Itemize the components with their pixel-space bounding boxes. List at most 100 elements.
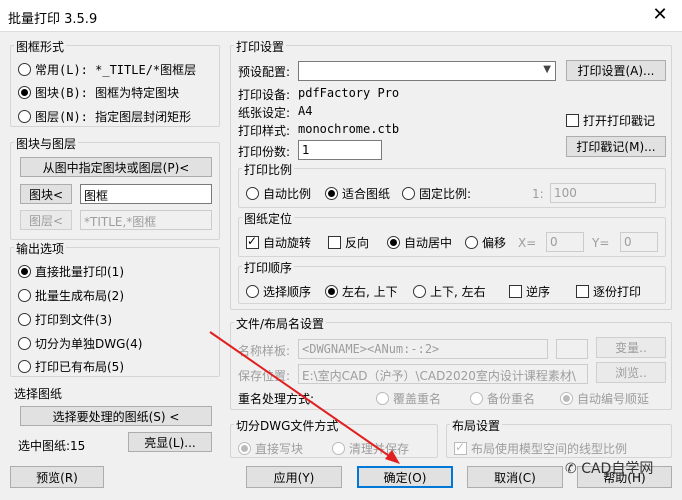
copies-input[interactable]: 1 <box>298 140 382 160</box>
frame-form-option-block[interactable]: 图块(B): 图框为特定图块 <box>18 84 179 101</box>
page-by-page-checkbox[interactable]: 逐份打印 <box>576 283 641 300</box>
output-option-existing-layouts[interactable]: 打印已有布局(5) <box>18 358 124 375</box>
radio-icon <box>18 265 31 278</box>
preset-label: 预设配置: <box>238 65 291 79</box>
output-label: 输出选项 <box>14 240 67 257</box>
radio-icon <box>332 442 345 455</box>
radio-icon <box>325 285 338 298</box>
paper-label: 纸张设定: <box>238 106 291 120</box>
radio-icon <box>18 110 31 123</box>
radio-icon <box>18 289 31 302</box>
layout-linetype-checkbox[interactable]: 布局使用模型空间的线型比例 <box>454 440 627 457</box>
split-option-purge-save[interactable]: 清理并保存 <box>332 440 409 457</box>
dup-label: 重名处理方式: <box>238 392 315 406</box>
chevron-down-icon: ▼ <box>543 64 551 75</box>
radio-icon <box>325 187 338 200</box>
radio-icon <box>465 236 478 249</box>
offset-x-input[interactable]: 0 <box>546 232 584 252</box>
style-value: monochrome.ctb <box>298 122 400 136</box>
radio-icon <box>413 285 426 298</box>
pick-block-layer-button[interactable]: 从图中指定图块或图层(P)< <box>20 157 212 177</box>
radio-icon <box>246 187 259 200</box>
offset-x-label: X= <box>518 236 537 250</box>
radio-icon <box>387 236 400 249</box>
radio-icon <box>470 392 483 405</box>
template-input[interactable]: <DWGNAME><ANum:-:2> <box>298 339 548 359</box>
print-settings-button[interactable]: 打印设置(A)... <box>566 60 666 81</box>
preview-button[interactable]: 预览(R) <box>10 466 104 488</box>
radio-icon <box>246 285 259 298</box>
offset-y-label: Y= <box>592 236 610 250</box>
block-button[interactable]: 图块< <box>20 184 72 204</box>
stamp-settings-button[interactable]: 打印戳记(M)... <box>566 136 666 157</box>
layout-label: 布局设置 <box>450 417 503 434</box>
auto-rotate-checkbox[interactable]: 自动旋转 <box>246 234 311 251</box>
auto-center-radio[interactable]: 自动居中 <box>387 234 452 251</box>
cancel-button[interactable]: 取消(C) <box>467 466 563 488</box>
reverse-order-checkbox[interactable]: 逆序 <box>509 283 550 300</box>
order-label: 打印顺序 <box>242 259 295 276</box>
order-option-select[interactable]: 选择顺序 <box>246 283 311 300</box>
checkbox-icon <box>328 236 341 249</box>
dup-option-overwrite[interactable]: 覆盖重名 <box>376 390 441 407</box>
select-drawings-button[interactable]: 选择要处理的图纸(S) < <box>20 406 212 426</box>
device-value: pdfFactory Pro <box>298 86 400 100</box>
scale-option-fit[interactable]: 适合图纸 <box>325 185 390 202</box>
file-naming-label: 文件/布局名设置 <box>234 315 327 332</box>
split-option-write-block[interactable]: 直接写块 <box>238 440 303 457</box>
block-layer-label: 图块与图层 <box>14 135 79 152</box>
apply-button[interactable]: 应用(Y) <box>246 466 342 488</box>
order-option-tb-lr[interactable]: 上下, 左右 <box>413 283 486 300</box>
save-location-label: 保存位置: <box>238 369 291 383</box>
variable-button[interactable]: 变量.. <box>596 337 666 358</box>
select-label: 选择图纸 <box>14 387 63 401</box>
close-icon[interactable]: ✕ <box>648 4 672 25</box>
dup-option-auto-number[interactable]: 自动编号顺延 <box>560 390 649 407</box>
scale-label: 打印比例 <box>242 161 295 178</box>
save-location-input[interactable]: E:\室内CAD（沪予）\CAD2020室内设计课程素材\ <box>298 364 588 384</box>
dup-option-backup[interactable]: 备份重名 <box>470 390 535 407</box>
radio-icon <box>18 313 31 326</box>
browse-button[interactable]: 浏览.. <box>596 362 666 383</box>
output-option-direct-print[interactable]: 直接批量打印(1) <box>18 263 124 280</box>
checkbox-icon <box>246 234 259 249</box>
radio-icon <box>238 442 251 455</box>
ok-button[interactable]: 确定(O) <box>357 466 453 488</box>
radio-icon <box>376 392 389 405</box>
stamp-checkbox[interactable]: 打开打印戳记 <box>566 112 655 129</box>
frame-form-option-common[interactable]: 常用(L): *_TITLE/*图框层 <box>18 61 196 78</box>
checkbox-icon <box>454 440 467 455</box>
output-option-to-file[interactable]: 打印到文件(3) <box>18 311 112 328</box>
watermark: ✆ CAD自学网 <box>565 461 654 477</box>
highlight-button[interactable]: 亮显(L)... <box>128 432 212 452</box>
output-option-layouts[interactable]: 批量生成布局(2) <box>18 287 124 304</box>
paper-value: A4 <box>298 104 313 118</box>
scale-option-fixed[interactable]: 固定比例: <box>402 185 471 202</box>
radio-icon <box>18 63 31 76</box>
block-name-input[interactable]: 图框 <box>80 184 212 204</box>
layer-name-input[interactable]: *TITLE,*图框 <box>80 210 212 230</box>
radio-icon <box>402 187 415 200</box>
offset-y-input[interactable]: 0 <box>620 232 658 252</box>
ratio-input[interactable]: 100 <box>550 183 656 203</box>
wechat-icon: ✆ <box>565 461 577 477</box>
offset-radio[interactable]: 偏移 <box>465 234 506 251</box>
style-label: 打印样式: <box>238 124 291 138</box>
copies-label: 打印份数: <box>238 145 291 159</box>
checkbox-icon <box>576 285 589 298</box>
split-label: 切分DWG文件方式 <box>234 417 341 434</box>
radio-icon <box>18 86 31 99</box>
frame-form-option-layer[interactable]: 图层(N): 指定图层封闭矩形 <box>18 108 191 125</box>
radio-icon <box>18 337 31 350</box>
preset-dropdown[interactable]: ▼ <box>298 61 556 81</box>
checkbox-icon <box>566 114 579 127</box>
scale-option-auto[interactable]: 自动比例 <box>246 185 311 202</box>
reverse-checkbox[interactable]: 反向 <box>328 234 369 251</box>
layer-button[interactable]: 图层< <box>20 210 72 230</box>
position-label: 图纸定位 <box>242 210 295 227</box>
title-bar: 批量打印 3.5.9 ✕ <box>0 0 682 32</box>
template-extra-input[interactable] <box>556 339 588 359</box>
output-option-split-dwg[interactable]: 切分为单独DWG(4) <box>18 335 142 352</box>
template-label: 名称样板: <box>238 344 291 358</box>
order-option-lr-tb[interactable]: 左右, 上下 <box>325 283 398 300</box>
